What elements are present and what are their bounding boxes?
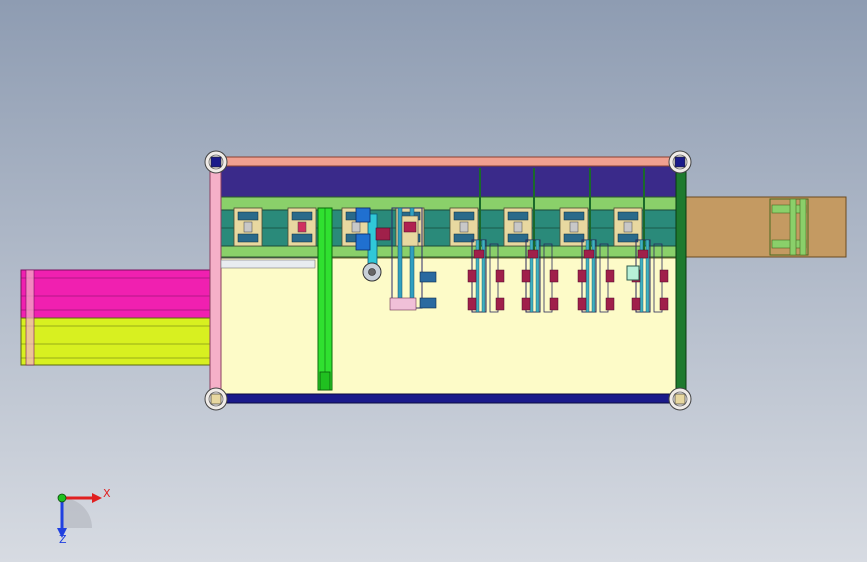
foot — [204, 150, 228, 174]
upper-guard-band — [217, 164, 679, 198]
z-axis-label: Z — [59, 533, 67, 546]
foot — [668, 150, 692, 174]
x-axis-label: X — [103, 487, 111, 500]
foot — [204, 387, 228, 411]
cad-viewport[interactable]: X Z — [0, 0, 867, 562]
outfeed-conveyor — [683, 196, 847, 258]
vertical-column — [317, 207, 333, 391]
gripper — [233, 207, 263, 247]
gripper — [287, 207, 317, 247]
sensor-box — [626, 265, 640, 281]
machine-top-view-drawing: X Z — [0, 0, 867, 562]
foot — [668, 387, 692, 411]
transfer-conveyor — [217, 196, 679, 258]
